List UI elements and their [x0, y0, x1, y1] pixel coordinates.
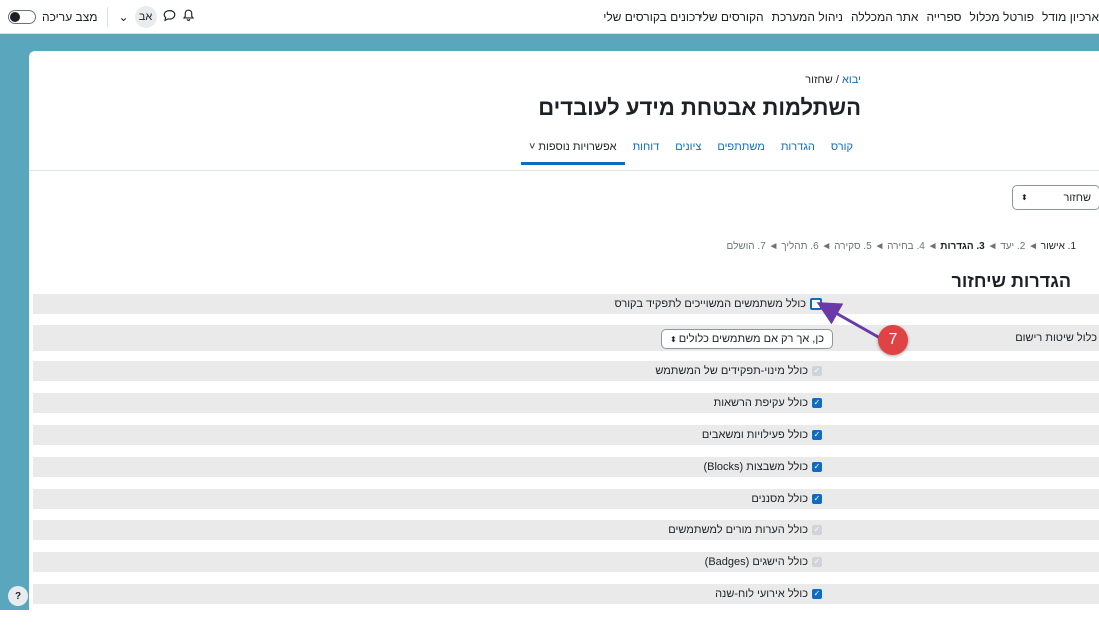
- calendar-events-checkbox[interactable]: ✓: [812, 589, 822, 599]
- section-title: הגדרות שיחזור: [951, 271, 1071, 291]
- edit-mode-toggle[interactable]: [8, 9, 36, 24]
- setting-label: כולל הערות מורים למשתמשים: [668, 524, 808, 536]
- setting-calendar-events[interactable]: ✓ כולל אירועי לוח-שנה: [715, 588, 822, 600]
- nav-college-site[interactable]: אתר המכללה: [851, 10, 918, 24]
- tab-settings[interactable]: הגדרות: [773, 141, 823, 165]
- setting-label: כולל מסננים: [751, 493, 808, 505]
- setting-permission-overrides[interactable]: ✓ כולל עקיפת הרשאות: [714, 397, 822, 409]
- primary-navigation: רכונים בקורסים שלי הקורסים שלי ניהול המע…: [595, 0, 1099, 33]
- nav-portal[interactable]: פורטל מכלול: [970, 10, 1035, 24]
- setting-users[interactable]: כולל משתמשים המשוייכים לתפקיד בקורס: [614, 298, 822, 310]
- activities-checkbox[interactable]: ✓: [812, 430, 822, 440]
- setting-row-users: כולל משתמשים המשוייכים לתפקיד בקורס: [33, 294, 1099, 314]
- message-icon[interactable]: [163, 9, 176, 25]
- nav-site-admin[interactable]: ניהול המערכת: [772, 10, 843, 24]
- setting-label: כולל משתמשים המשוייכים לתפקיד בקורס: [614, 298, 806, 310]
- help-button[interactable]: ?: [8, 586, 28, 606]
- nav-divider: [29, 170, 1099, 171]
- setting-row-blocks: ✓ כולל משבצות (Blocks): [33, 457, 1099, 477]
- bell-icon[interactable]: [182, 9, 195, 25]
- blocks-checkbox[interactable]: ✓: [812, 462, 822, 472]
- step-arrow-icon: ◄: [1028, 241, 1038, 252]
- setting-row-enrol-methods: כן, אך רק אם משתמשים כלולים ⬍ כלול שיטות…: [33, 325, 1099, 351]
- include-users-checkbox[interactable]: [810, 298, 822, 310]
- step-arrow-icon: ◄: [821, 241, 832, 252]
- nav-my-enrolments[interactable]: רכונים בקורסים שלי: [603, 10, 701, 24]
- top-navbar: רכונים בקורסים שלי הקורסים שלי ניהול המע…: [0, 0, 1099, 34]
- step-destination: 2. יעד: [1000, 241, 1026, 252]
- tab-more-options[interactable]: אפשרויות נוספות ˅: [520, 141, 625, 165]
- nav-moodle-archive[interactable]: ארכיון מודל: [1042, 10, 1099, 24]
- setting-row-badges: ✓ כולל הישגים (Badges): [33, 552, 1099, 572]
- select-arrows-icon: ⬍: [1021, 193, 1028, 202]
- setting-row-filters: ✓ כולל מסננים: [33, 489, 1099, 509]
- tab-course[interactable]: קורס: [823, 141, 861, 165]
- user-notes-checkbox: ✓: [812, 525, 822, 535]
- enrol-methods-label: כלול שיטות רישום: [1015, 332, 1097, 344]
- setting-row-permission-overrides: ✓ כולל עקיפת הרשאות: [33, 393, 1099, 413]
- setting-activities[interactable]: ✓ כולל פעילויות ומשאבים: [702, 429, 822, 441]
- setting-label: כולל פעילויות ומשאבים: [701, 429, 808, 441]
- role-assignments-checkbox: ✓: [812, 366, 822, 376]
- filters-checkbox[interactable]: ✓: [812, 494, 822, 504]
- step-process: 6. תהליך: [781, 241, 819, 252]
- avatar[interactable]: אב: [134, 5, 157, 28]
- restore-select-value: שחזור: [1063, 191, 1091, 204]
- tab-participants[interactable]: משתתפים: [709, 141, 773, 165]
- setting-role-assignments[interactable]: ✓ כולל מינוי-תפקידים של המשתמש: [655, 365, 822, 377]
- main-content-card: יבוא / שחזור השתלמות אבטחת מידע לעובדים …: [29, 51, 1099, 631]
- step-arrow-icon: ◄: [768, 241, 779, 252]
- setting-badges[interactable]: ✓ כולל הישגים (Badges): [705, 556, 822, 568]
- page-title: השתלמות אבטחת מידע לעובדים: [538, 95, 861, 120]
- chevron-down-icon[interactable]: ⌄: [118, 10, 128, 24]
- setting-row-calendar-events: ✓ כולל אירועי לוח-שנה: [33, 584, 1099, 604]
- breadcrumb-current: שחזור: [805, 74, 833, 86]
- user-controls: מצב עריכה ⌄ אב: [8, 0, 195, 33]
- setting-row-user-notes: ✓ כולל הערות מורים למשתמשים: [33, 520, 1099, 540]
- setting-blocks[interactable]: ✓ כולל משבצות (Blocks): [703, 461, 822, 473]
- restore-progress-steps: 1. אישור ◄ 2. יעד ◄ 3. הגדרות ◄ 4. בחירה…: [727, 241, 1076, 252]
- badges-checkbox: ✓: [812, 557, 822, 567]
- setting-user-notes[interactable]: ✓ כולל הערות מורים למשתמשים: [668, 524, 822, 536]
- restore-action-select[interactable]: שחזור ⬍: [1012, 185, 1099, 210]
- enrol-methods-select[interactable]: כן, אך רק אם משתמשים כלולים ⬍: [661, 329, 833, 349]
- setting-label: כולל משבצות (Blocks): [703, 461, 808, 473]
- setting-label: כולל אירועי לוח-שנה: [715, 588, 808, 600]
- setting-label: כולל מינוי-תפקידים של המשתמש: [655, 365, 808, 377]
- permission-overrides-checkbox[interactable]: ✓: [812, 398, 822, 408]
- breadcrumb: יבוא / שחזור: [805, 74, 861, 86]
- tab-reports[interactable]: דוחות: [625, 141, 668, 165]
- nav-my-courses[interactable]: הקורסים שלי: [699, 10, 763, 24]
- tab-grades[interactable]: ציונים: [667, 141, 709, 165]
- step-settings-current: 3. הגדרות: [940, 241, 985, 252]
- select-arrows-icon: ⬍: [670, 334, 677, 344]
- setting-row-activities: ✓ כולל פעילויות ומשאבים: [33, 425, 1099, 445]
- step-arrow-icon: ◄: [987, 241, 998, 252]
- edit-mode-label: מצב עריכה: [42, 9, 98, 24]
- step-arrow-icon: ◄: [874, 241, 885, 252]
- nav-library[interactable]: ספרייה: [926, 10, 961, 24]
- step-confirm: 1. אישור: [1040, 241, 1076, 252]
- setting-label: כולל עקיפת הרשאות: [713, 397, 808, 409]
- step-complete: 7. הושלם: [726, 241, 766, 252]
- divider: [107, 6, 109, 27]
- enrol-methods-value: כן, אך רק אם משתמשים כלולים: [678, 333, 824, 345]
- step-schema: 4. בחירה: [887, 241, 925, 252]
- secondary-navigation: קורס הגדרות משתתפים ציונים דוחות אפשרויו…: [520, 141, 861, 165]
- setting-label: כולל הישגים (Badges): [704, 556, 808, 568]
- setting-filters[interactable]: ✓ כולל מסננים: [751, 493, 822, 505]
- annotation-step-number: 7: [878, 325, 908, 355]
- breadcrumb-separator: /: [835, 74, 839, 86]
- setting-row-role-assignments: ✓ כולל מינוי-תפקידים של המשתמש: [33, 361, 1099, 381]
- step-arrow-icon: ◄: [927, 241, 938, 252]
- step-review: 5. סקירה: [834, 241, 872, 252]
- breadcrumb-home-link[interactable]: יבוא: [842, 74, 861, 86]
